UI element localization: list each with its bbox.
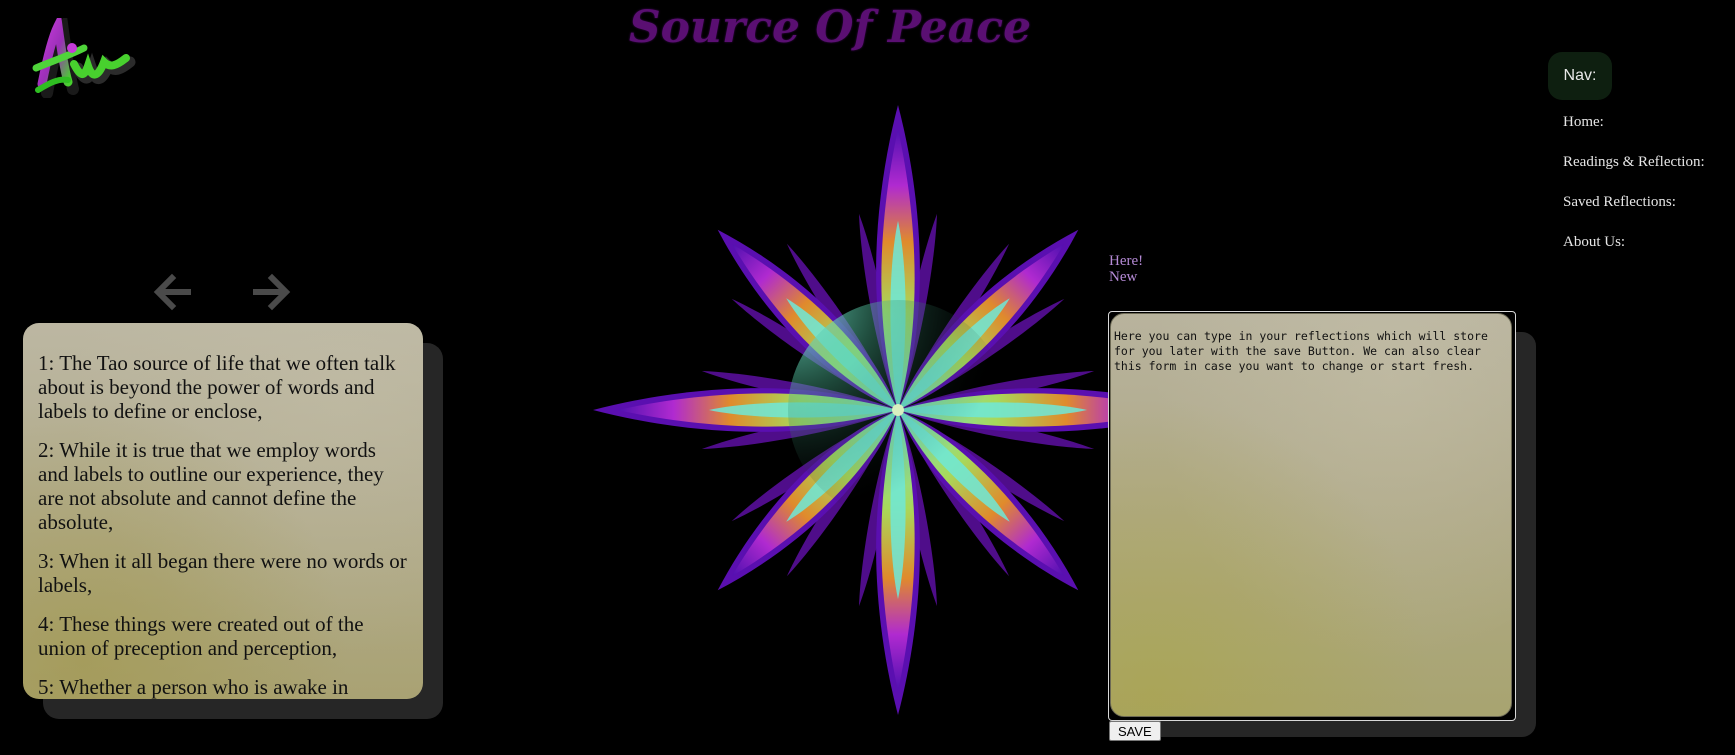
- arrow-right-icon: [253, 273, 291, 311]
- nav-item-saved-reflections[interactable]: Saved Reflections:: [1563, 192, 1705, 232]
- reflection-textarea[interactable]: Here you can type in your reflections wh…: [1110, 313, 1512, 717]
- site-title: Source Of Peace: [628, 2, 1032, 53]
- nav-menu: Home: Readings & Reflection: Saved Refle…: [1563, 112, 1705, 272]
- prev-reading-button[interactable]: [150, 272, 194, 312]
- verse: 2: While it is true that we employ words…: [38, 438, 384, 534]
- verse: 3: When it all began there were no words…: [38, 549, 407, 597]
- nav-item-home[interactable]: Home:: [1563, 112, 1705, 152]
- next-reading-button[interactable]: [250, 272, 294, 312]
- new-reflection-label: Here! New: [1109, 253, 1143, 285]
- nav-title: Nav:: [1548, 52, 1612, 100]
- verse: 4: These things were created out of the …: [38, 612, 364, 660]
- page: Source Of Peace 1: The Tao source of lif…: [0, 0, 1735, 755]
- reading-text: 1: The Tao source of life that we often …: [23, 323, 423, 699]
- reading-card[interactable]: 1: The Tao source of life that we often …: [23, 323, 423, 699]
- nav-item-readings[interactable]: Readings & Reflection:: [1563, 152, 1705, 192]
- here-label: Here!: [1109, 253, 1144, 269]
- save-button[interactable]: SAVE: [1109, 721, 1161, 741]
- verse: 1: The Tao source of life that we often …: [38, 351, 396, 423]
- verse: 5: Whether a person who is awake in: [38, 675, 349, 699]
- arrow-left-icon: [153, 273, 191, 311]
- new-label: New: [1109, 269, 1138, 285]
- nav-item-about-us[interactable]: About Us:: [1563, 232, 1705, 272]
